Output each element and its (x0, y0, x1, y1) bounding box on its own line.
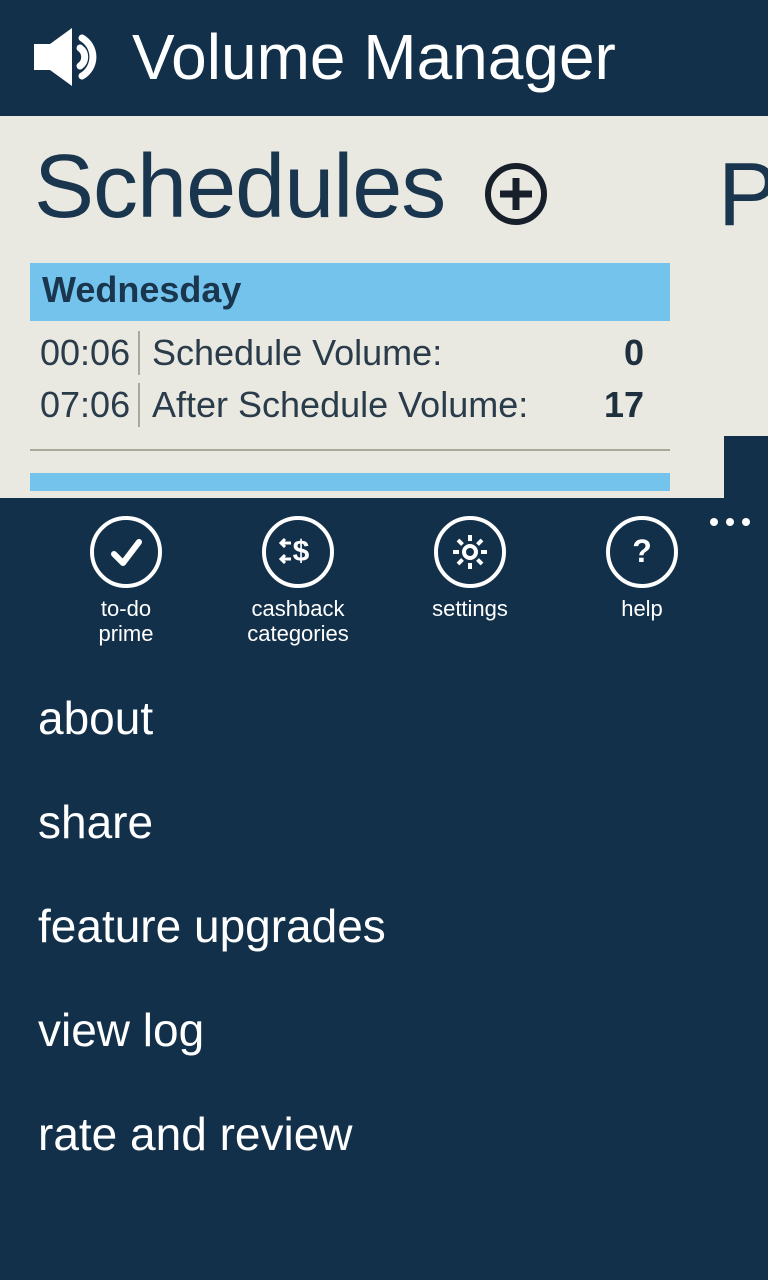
schedule-time: 00:06 (40, 332, 136, 374)
schedule-label: Schedule Volume: (152, 332, 610, 374)
appbar-label: cashback categories (243, 596, 353, 647)
schedule-card[interactable]: Wednesday 00:06 Schedule Volume: 0 07:06… (30, 263, 670, 491)
app-title: Volume Manager (132, 20, 616, 94)
gear-icon (434, 516, 506, 588)
day-header: Wednesday (30, 263, 670, 321)
add-schedule-button[interactable] (485, 163, 547, 225)
appbar-more-button[interactable] (710, 518, 750, 526)
schedule-value: 0 (610, 332, 660, 374)
schedule-label: After Schedule Volume: (152, 384, 604, 426)
check-icon (90, 516, 162, 588)
cashback-icon: $ (262, 516, 334, 588)
menu-item-about[interactable]: about (38, 691, 768, 745)
schedule-row: 00:06 Schedule Volume: 0 (40, 327, 660, 379)
next-day-peek (30, 473, 670, 491)
appbar-label: settings (432, 596, 508, 621)
app-bar: to-do prime $ cashback categories (0, 498, 768, 1161)
schedule-rows: 00:06 Schedule Volume: 0 07:06 After Sch… (30, 321, 670, 451)
row-divider (138, 383, 140, 427)
appbar-item-todo-prime[interactable]: to-do prime (71, 516, 181, 647)
row-divider (138, 331, 140, 375)
speaker-icon (30, 26, 104, 88)
appbar-item-help[interactable]: ? help (587, 516, 697, 647)
svg-text:$: $ (293, 535, 310, 568)
menu-item-rate-and-review[interactable]: rate and review (38, 1107, 768, 1161)
pivot-next-peek[interactable]: P (718, 144, 768, 247)
plus-icon (496, 174, 536, 214)
menu-item-feature-upgrades[interactable]: feature upgrades (38, 899, 768, 953)
appbar-item-settings[interactable]: settings (415, 516, 525, 647)
menu-item-share[interactable]: share (38, 795, 768, 849)
appbar-label: to-do prime (71, 596, 181, 647)
schedule-time: 07:06 (40, 384, 136, 426)
app-header: Volume Manager (0, 0, 768, 116)
pivot-content: Schedules P Wednesday 00:06 Schedule Vol… (0, 116, 768, 498)
appbar-icons: to-do prime $ cashback categories (0, 498, 768, 657)
appbar-menu: about share feature upgrades view log ra… (0, 657, 768, 1161)
appbar-label: help (621, 596, 663, 621)
svg-text:?: ? (632, 533, 652, 569)
question-icon: ? (606, 516, 678, 588)
schedule-value: 17 (604, 384, 660, 426)
pivot-header: Schedules (0, 116, 768, 263)
pivot-title-schedules[interactable]: Schedules (34, 136, 445, 239)
menu-item-view-log[interactable]: view log (38, 1003, 768, 1057)
appbar-item-cashback-categories[interactable]: $ cashback categories (243, 516, 353, 647)
schedule-row: 07:06 After Schedule Volume: 17 (40, 379, 660, 431)
